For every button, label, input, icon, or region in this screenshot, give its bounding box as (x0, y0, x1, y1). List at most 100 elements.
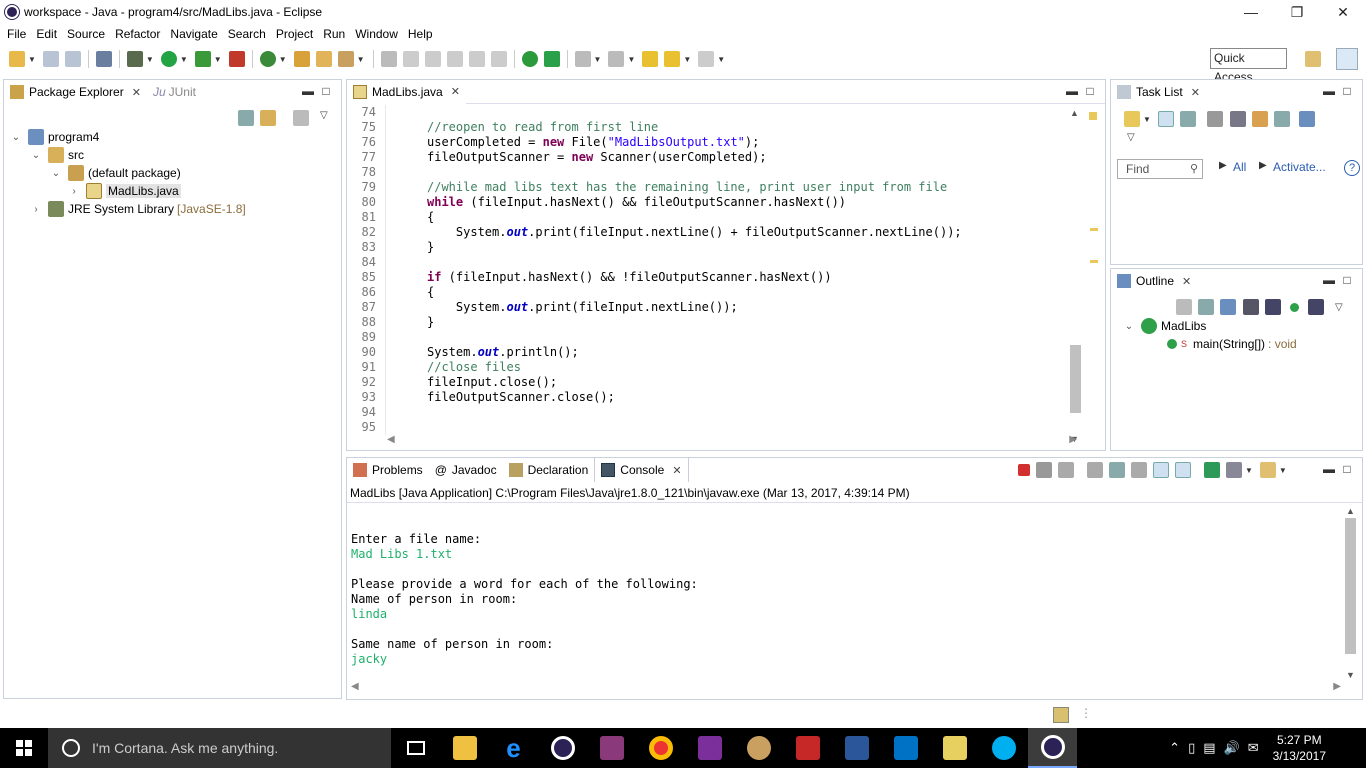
new-icon[interactable] (9, 51, 25, 67)
display-console-icon[interactable] (1226, 462, 1242, 478)
taskbar-skype[interactable] (979, 728, 1028, 768)
restore-button[interactable]: ❐ (1274, 0, 1320, 24)
debug-icon[interactable] (126, 51, 143, 67)
maximize-view-icon[interactable]: □ (1081, 84, 1099, 100)
tab-outline[interactable]: Outline ✕ (1111, 269, 1198, 293)
chevron-down-icon[interactable]: ⌄ (50, 168, 62, 179)
open-perspective-icon[interactable] (1305, 51, 1321, 67)
coverage-dropdown-icon[interactable]: ▼ (214, 55, 222, 64)
show-whitespace-icon[interactable] (468, 51, 485, 67)
maximize-view-icon[interactable]: □ (1338, 273, 1356, 289)
close-icon[interactable]: ✕ (672, 464, 681, 477)
terminal-icon[interactable] (543, 51, 560, 67)
show-on-stderr-icon[interactable] (1175, 462, 1191, 478)
sort-icon[interactable] (1220, 299, 1236, 315)
new-task-icon[interactable] (1124, 111, 1140, 127)
previous-annotation-icon[interactable] (608, 51, 625, 67)
overview-ruler[interactable] (1089, 110, 1099, 440)
display-console-dropdown-icon[interactable]: ▼ (1245, 466, 1253, 475)
clear-console-icon[interactable] (1087, 462, 1103, 478)
tab-declaration[interactable]: Declaration (503, 458, 595, 482)
new-wizard-dropdown-icon[interactable]: ▼ (279, 55, 287, 64)
console-horizontal-scrollbar[interactable]: ◀ ▶ (351, 681, 1341, 695)
block-select-icon[interactable] (424, 51, 441, 67)
scroll-lock-icon[interactable] (1109, 462, 1125, 478)
previous-annotation-dropdown-icon[interactable]: ▼ (627, 55, 635, 64)
taskbar-file-explorer[interactable] (440, 728, 489, 768)
collapse-all-icon[interactable] (1273, 111, 1290, 127)
external-tools-icon[interactable] (228, 51, 245, 67)
scrollbar-thumb[interactable] (1070, 345, 1081, 413)
back-arrow-icon[interactable] (664, 51, 681, 67)
chevron-right-icon[interactable]: › (68, 186, 80, 197)
minimize-view-icon[interactable]: ▬ (1320, 462, 1338, 478)
show-on-stdout-icon[interactable] (1153, 462, 1169, 478)
link-with-editor-icon[interactable] (260, 110, 276, 126)
menu-search[interactable]: Search (223, 25, 271, 43)
categorized-icon[interactable] (1157, 111, 1174, 127)
tab-javadoc[interactable]: @ Javadoc (429, 458, 503, 482)
tree-item-jre-library[interactable]: › JRE System Library [JavaSE-1.8] (30, 200, 246, 218)
minimize-view-icon[interactable]: ▬ (1063, 84, 1081, 100)
menu-refactor[interactable]: Refactor (110, 25, 165, 43)
chevron-down-icon[interactable]: ⌄ (10, 132, 22, 143)
minimize-button[interactable]: — (1228, 0, 1274, 24)
tab-problems[interactable]: Problems (347, 458, 429, 482)
tree-item-default-package[interactable]: ⌄ (default package) (50, 164, 181, 182)
search-dropdown-icon[interactable]: ▼ (357, 55, 365, 64)
taskbar-outlook[interactable] (881, 728, 930, 768)
close-icon[interactable]: ✕ (451, 85, 460, 98)
taskbar-eclipse-active[interactable] (1028, 728, 1077, 768)
maximize-view-icon[interactable]: □ (1338, 84, 1356, 100)
hide-static-icon[interactable] (1265, 299, 1281, 315)
taskbar-edge[interactable]: e (489, 728, 538, 768)
filters-icon[interactable] (1176, 299, 1192, 315)
taskbar-chrome[interactable] (636, 728, 685, 768)
scroll-left-icon[interactable]: ◀ (351, 681, 359, 692)
open-console-icon[interactable] (1259, 462, 1276, 478)
console-output[interactable]: Enter a file name: Mad Libs 1.txt Please p… (351, 517, 1341, 682)
tree-item-project[interactable]: ⌄ program4 (10, 128, 99, 146)
forward-dropdown-icon[interactable]: ▼ (717, 55, 725, 64)
run-dropdown-icon[interactable]: ▼ (180, 55, 188, 64)
cortana-search[interactable]: I'm Cortana. Ask me anything. (48, 728, 391, 768)
minimize-view-icon[interactable]: ▬ (1320, 273, 1338, 289)
next-annotation-dropdown-icon[interactable]: ▼ (594, 55, 602, 64)
tree-item-madlibs-java[interactable]: › MadLibs.java (68, 182, 181, 200)
annotation-marker[interactable] (1090, 260, 1098, 263)
editor-vertical-scrollbar[interactable]: ▲ ▼ (1067, 108, 1083, 444)
editor-horizontal-scrollbar[interactable]: ◀ ▶ (387, 434, 1077, 448)
chevron-up-icon[interactable]: ⌃ (1169, 740, 1180, 756)
scroll-left-icon[interactable]: ◀ (387, 434, 395, 445)
tab-task-list[interactable]: Task List ✕ (1111, 80, 1206, 104)
scroll-right-icon[interactable]: ▶ (1333, 681, 1341, 692)
maximize-view-icon[interactable]: □ (317, 84, 335, 100)
server-icon[interactable] (521, 51, 538, 67)
network-icon[interactable]: ▤ (1203, 740, 1215, 756)
taskbar-acrobat[interactable] (783, 728, 832, 768)
save-icon[interactable] (42, 51, 59, 67)
warning-marker-icon[interactable] (1089, 112, 1097, 120)
word-wrap-icon[interactable] (1131, 462, 1147, 478)
back-dropdown-icon[interactable]: ▼ (683, 55, 691, 64)
chevron-down-icon[interactable]: ⌄ (1123, 321, 1135, 332)
activate-task-link[interactable]: Activate... (1273, 160, 1326, 174)
collapse-all-icon[interactable] (238, 110, 254, 126)
forward-arrow-icon[interactable] (698, 51, 715, 67)
close-button[interactable]: ✕ (1320, 0, 1366, 24)
close-icon[interactable]: ✕ (132, 86, 141, 99)
run-icon[interactable] (160, 51, 177, 67)
tab-madlibs-java[interactable]: MadLibs.java ✕ (347, 79, 466, 104)
hide-fields-icon[interactable] (1243, 299, 1259, 315)
menu-window[interactable]: Window (350, 25, 403, 43)
all-tasks-link[interactable]: All (1233, 160, 1246, 174)
java-perspective-icon[interactable] (1336, 48, 1358, 70)
annotation-marker[interactable] (1090, 228, 1098, 231)
focus-icon[interactable] (1251, 111, 1268, 127)
word-wrap-icon[interactable] (446, 51, 463, 67)
menu-edit[interactable]: Edit (31, 25, 62, 43)
scroll-down-icon[interactable]: ▼ (1346, 670, 1355, 680)
last-edit-location-icon[interactable] (642, 51, 659, 67)
chevron-right-icon[interactable]: › (30, 204, 42, 215)
notifications-icon[interactable]: ✉ (1248, 740, 1259, 756)
